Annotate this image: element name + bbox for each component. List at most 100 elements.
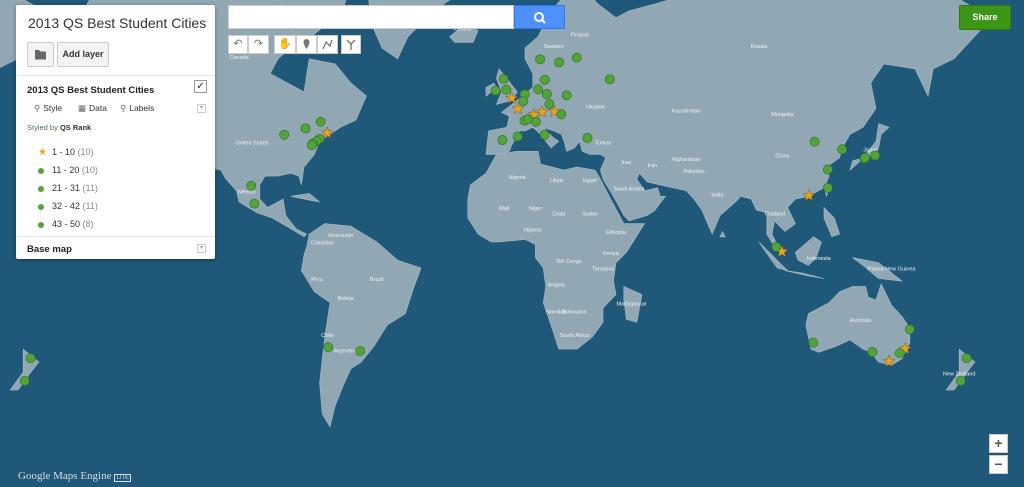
city-dot-marker[interactable] (279, 129, 290, 140)
city-dot-marker[interactable] (25, 353, 36, 363)
city-dot-marker[interactable] (315, 116, 326, 127)
city-dot-marker[interactable] (518, 96, 529, 106)
redo-icon: ↷ (253, 38, 264, 50)
base-map-options-button[interactable]: ▾ (197, 244, 206, 253)
country-label: Tanzania (592, 267, 615, 273)
country-label: Iran (648, 163, 657, 169)
city-dot-marker[interactable] (809, 136, 820, 147)
country-label: Bolivia (337, 296, 354, 302)
country-label: Egypt (583, 178, 598, 184)
data-label: Data (89, 103, 107, 113)
legend-count: (10) (77, 147, 94, 157)
legend-count: (11) (82, 201, 98, 211)
legend-count: (8) (82, 219, 94, 229)
legend-range: 21 - 31 (52, 183, 83, 193)
country-label: Sudan (582, 212, 598, 218)
style-label: Style (43, 103, 63, 113)
label-icon: ⚲ (120, 103, 127, 113)
city-dot-marker[interactable] (860, 152, 870, 163)
city-dot-marker[interactable] (355, 346, 366, 356)
legend-count: (11) (82, 183, 98, 193)
country-label: Peru (311, 277, 323, 283)
map-title[interactable]: 2013 QS Best Student Cities - To... (28, 15, 210, 31)
city-dot-marker[interactable] (870, 150, 881, 161)
legend-range: 32 - 42 (52, 201, 83, 211)
layer-panel: 2013 QS Best Student Cities - To... Add … (16, 5, 215, 259)
city-dot-marker[interactable] (582, 132, 593, 143)
draw-line-button[interactable] (317, 35, 338, 54)
directions-button[interactable] (341, 35, 361, 54)
labels-tool[interactable]: ⚲ Labels (120, 103, 154, 114)
city-dot-marker[interactable] (571, 52, 582, 63)
city-dot-marker[interactable] (300, 123, 311, 134)
legend-range: 43 - 50 (52, 219, 83, 229)
country-label: Colombia (311, 241, 335, 247)
city-dot-marker[interactable] (497, 135, 508, 145)
dot-icon (38, 203, 44, 210)
city-dot-marker[interactable] (539, 74, 550, 85)
country-label: Niger (529, 206, 542, 212)
country-label: Venezuela (328, 233, 355, 239)
country-label: Canada (229, 55, 249, 61)
city-dot-marker[interactable] (955, 375, 966, 386)
city-dot-marker[interactable] (808, 337, 819, 348)
city-dot-marker[interactable] (490, 85, 501, 96)
city-dot-marker[interactable] (544, 99, 555, 109)
city-dot-marker[interactable] (523, 114, 533, 125)
data-tool[interactable]: ▦ Data (78, 103, 107, 114)
base-map-label[interactable]: Base map (27, 244, 72, 255)
city-dot-marker[interactable] (961, 353, 972, 363)
layer-visibility-checkbox[interactable]: ✓ (194, 80, 207, 93)
add-marker-button[interactable] (296, 35, 317, 54)
style-tool[interactable]: ⚲ Style (34, 103, 62, 114)
city-dot-marker[interactable] (533, 84, 543, 95)
country-label: Argentina (334, 348, 358, 354)
city-dot-marker[interactable] (498, 74, 509, 84)
country-label: Australia (850, 318, 872, 324)
directions-icon (346, 39, 356, 50)
city-dot-marker[interactable] (19, 375, 30, 386)
city-dot-marker[interactable] (539, 129, 550, 140)
city-dot-marker[interactable] (512, 131, 523, 142)
city-dot-marker[interactable] (904, 324, 915, 335)
zoom-in-button[interactable]: + (989, 434, 1008, 453)
city-dot-marker[interactable] (894, 348, 905, 359)
search-button[interactable] (514, 5, 565, 29)
layer-name[interactable]: 2013 QS Best Student Cities (27, 85, 154, 96)
city-dot-marker[interactable] (823, 164, 833, 175)
country-label: Mali (499, 206, 509, 212)
city-dot-marker[interactable] (554, 57, 564, 68)
city-dot-marker[interactable] (561, 90, 572, 101)
city-dot-marker[interactable] (823, 182, 833, 193)
zoom-out-button[interactable]: − (989, 455, 1008, 474)
pan-button[interactable]: ✋ (274, 35, 296, 54)
city-dot-marker[interactable] (249, 198, 260, 209)
country-label: Thailand (764, 212, 785, 218)
city-dot-marker[interactable] (246, 180, 257, 191)
city-dot-marker[interactable] (306, 140, 317, 150)
city-dot-marker[interactable] (867, 347, 878, 357)
city-dot-marker[interactable] (323, 342, 334, 353)
pan-hand-icon: ✋ (278, 38, 292, 50)
search-icon (534, 12, 546, 24)
city-dot-marker[interactable] (556, 109, 567, 120)
undo-button[interactable]: ↶ (228, 35, 248, 54)
city-dot-marker[interactable] (604, 74, 615, 85)
city-dot-marker[interactable] (837, 144, 848, 155)
city-dot-marker[interactable] (535, 54, 545, 65)
redo-button[interactable]: ↷ (248, 35, 269, 54)
open-map-button[interactable] (27, 42, 54, 67)
country-label: Saudi Arabia (613, 187, 645, 193)
country-label: United States (235, 141, 268, 147)
city-dot-marker[interactable] (541, 89, 552, 99)
add-layer-button[interactable]: Add layer (57, 42, 109, 67)
city-dot-marker[interactable] (771, 241, 782, 252)
search-input[interactable] (228, 5, 514, 29)
city-dot-marker[interactable] (501, 84, 512, 95)
divider (16, 236, 215, 237)
styled-by-prefix: Styled by (27, 123, 58, 132)
country-label: China (775, 154, 790, 160)
layer-options-button[interactable]: ▾ (197, 104, 206, 113)
share-button[interactable]: Share (959, 5, 1011, 30)
country-label: Finland (571, 33, 589, 39)
